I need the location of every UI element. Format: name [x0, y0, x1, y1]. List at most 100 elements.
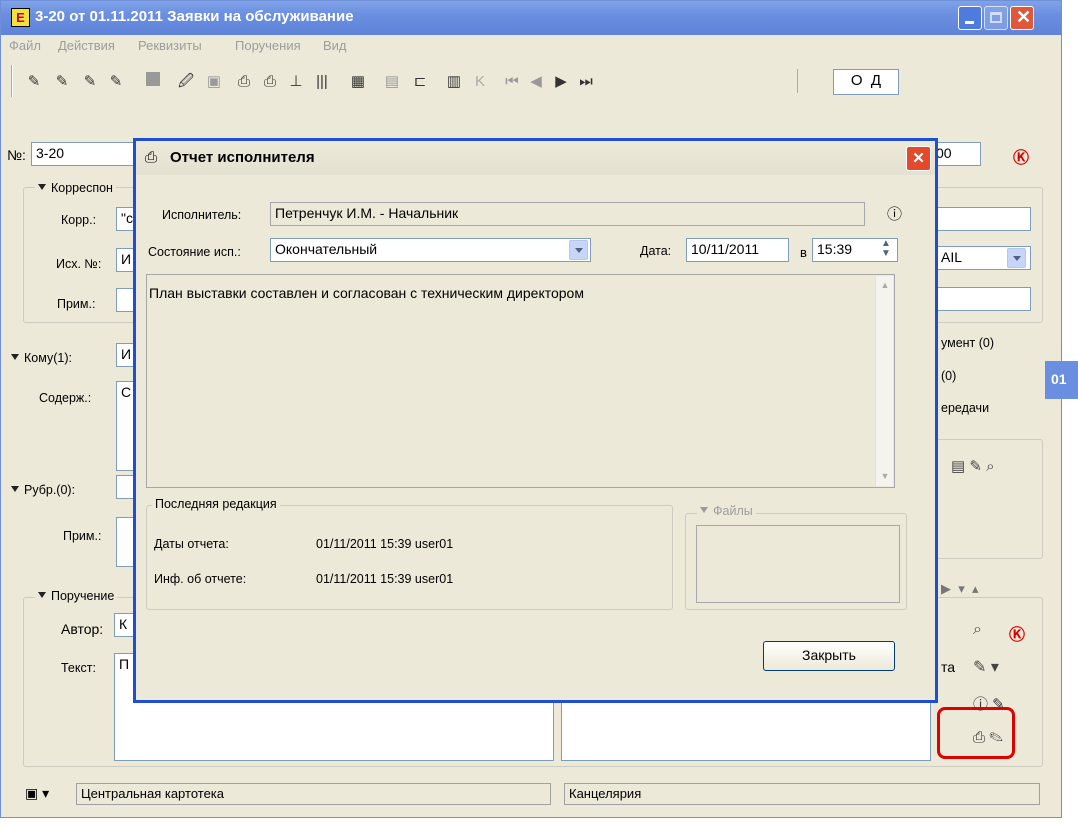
files-icon[interactable]: ▥	[443, 71, 465, 93]
close-dialog-button[interactable]: Закрыть	[763, 641, 895, 671]
isx-label: Исх. №:	[56, 257, 102, 271]
time-spinner-icon[interactable]: ▲ ▼	[877, 239, 895, 261]
new-doc2-icon[interactable]: ✎	[51, 71, 73, 93]
stamp-icon[interactable]: ⊥	[285, 71, 307, 93]
state-select[interactable]: Окончательный	[270, 238, 591, 262]
toolbar: ✎ ✎ ✎ ✎ 🖉 ▣ ⎙ ⎙ ⊥ ||| ▦ ▤ ⊏ ▥ K ⏮ ◀ ▶ ⏭ …	[7, 59, 1057, 103]
assignment-group-title[interactable]: Поручение	[35, 589, 118, 603]
minimize-button[interactable]	[958, 6, 982, 30]
scroll-up-icon[interactable]: ▲	[877, 277, 893, 294]
files-list	[696, 525, 900, 603]
tekst-label: Текст:	[61, 661, 96, 675]
barcode-icon[interactable]: |||	[311, 71, 333, 93]
prev-icon: ◀	[530, 73, 542, 90]
maximize-button	[984, 6, 1008, 30]
time-prefix: в	[800, 245, 807, 260]
korr-label: Корр.:	[61, 213, 97, 227]
new-doc3-icon[interactable]: ✎	[79, 71, 101, 93]
comment-icon[interactable]: ⌕	[973, 621, 982, 639]
print-preview-icon[interactable]: ⎙	[259, 71, 281, 93]
scrollbar[interactable]: ▲ ▼	[875, 276, 893, 486]
new-report-icon[interactable]: ✎ ▾	[973, 657, 999, 677]
report-text: План выставки составлен и согласован с т…	[149, 285, 584, 301]
collapse-icon	[38, 184, 46, 190]
report-dates-label: Даты отчета:	[154, 537, 229, 551]
last-edit-title: Последняя редакция	[152, 497, 280, 511]
time-field[interactable]: 15:39 ▲ ▼	[812, 238, 898, 262]
korr-right-field[interactable]	[936, 207, 1031, 231]
close-icon: ✕	[1016, 7, 1032, 27]
chevron-down-icon[interactable]	[569, 240, 588, 260]
menu-requisites[interactable]: Реквизиты	[138, 38, 202, 53]
collapse-icon	[11, 486, 19, 492]
date-field[interactable]: 10/11/2011	[686, 238, 789, 262]
doc-count-label[interactable]: умент (0)	[941, 336, 994, 350]
cabinet-field: Центральная картотека	[76, 783, 551, 805]
menu-bar: Файл Действия Реквизиты Поручения Вид	[1, 35, 1061, 57]
k-icon: K	[474, 73, 485, 90]
print-icon[interactable]: ⎙	[233, 71, 255, 93]
report-dates-value: 01/11/2011 15:39 user01	[316, 537, 454, 551]
report-dialog: ⎙ Отчет исполнителя ✕ Исполнитель: Петре…	[133, 138, 938, 703]
report-text-area[interactable]: План выставки составлен и согласован с т…	[146, 274, 895, 488]
menu-file[interactable]: Файл	[9, 38, 41, 53]
prim-right-field[interactable]	[936, 287, 1031, 311]
dialog-title-bar[interactable]: ⎙ Отчет исполнителя ✕	[136, 141, 935, 175]
number-label: №:	[7, 147, 26, 163]
clipboard-icon[interactable]: ▤ ✎ ⌕	[951, 457, 994, 475]
report-info-value: 01/11/2011 15:39 user01	[316, 572, 454, 586]
menu-view[interactable]: Вид	[323, 38, 347, 53]
view-o[interactable]: О	[851, 72, 863, 89]
control-k-icon[interactable]: Ⓚ	[1013, 144, 1029, 168]
view-toggle[interactable]: О Д	[833, 69, 899, 95]
prim2-label: Прим.:	[63, 529, 102, 543]
control-k2-icon[interactable]: Ⓚ	[1009, 621, 1025, 645]
new-doc-icon[interactable]: ✎	[23, 71, 45, 93]
rubr-label[interactable]: Рубр.(0):	[11, 483, 75, 497]
zero-count-label[interactable]: (0)	[941, 369, 956, 383]
edit-icon[interactable]: 🖉	[175, 71, 197, 93]
disabled-icon: ▤	[384, 73, 400, 90]
next-icon[interactable]: ▶	[550, 71, 572, 93]
card-icon[interactable]: ▦	[347, 71, 369, 93]
window-title: 3-20 от 01.11.2011 Заявки на обслуживани…	[35, 8, 354, 25]
delivery-select[interactable]: AIL	[936, 246, 1031, 270]
maximize-icon	[990, 12, 1002, 23]
prim-label: Прим.:	[57, 297, 96, 311]
collapse-icon	[11, 354, 19, 360]
number-tail-field[interactable]: 00	[931, 142, 981, 166]
app-icon: Е	[11, 8, 30, 27]
close-icon: ✕	[912, 150, 925, 167]
collapse-icon	[700, 507, 708, 513]
last-icon[interactable]: ⏭	[575, 71, 597, 93]
minimize-icon	[965, 21, 974, 24]
title-bar[interactable]: Е 3-20 от 01.11.2011 Заявки на обслужива…	[1, 1, 1061, 35]
dialog-close-button[interactable]: ✕	[906, 146, 931, 171]
report-view-icon[interactable]: ⎙ ✎	[973, 729, 1003, 746]
menu-assignments[interactable]: Поручения	[235, 38, 301, 53]
new-doc4-icon[interactable]: ✎	[105, 71, 127, 93]
cabinet-icon[interactable]: ▣ ▾	[25, 785, 49, 802]
nav-arrows-icon[interactable]: ▶ ▾ ▴	[941, 581, 979, 597]
info-icon[interactable]: ⓘ	[887, 203, 902, 224]
field-icon[interactable]: ⊏	[409, 71, 431, 93]
close-button[interactable]: ✕	[1010, 6, 1034, 30]
komu-label[interactable]: Кому(1):	[11, 351, 72, 365]
first-icon: ⏮	[505, 73, 519, 90]
files-group-title: Файлы	[697, 504, 756, 518]
executor-label: Исполнитель:	[162, 208, 242, 222]
last-edit-group	[146, 505, 673, 610]
sta-label: та	[941, 659, 956, 675]
correspondent-group-title[interactable]: Корреспон	[35, 181, 116, 195]
dialog-title: Отчет исполнителя	[170, 149, 315, 166]
side-panel-tab[interactable]: 01	[1045, 361, 1078, 399]
stop-icon	[142, 71, 164, 93]
menu-actions[interactable]: Действия	[58, 38, 115, 53]
scroll-down-icon[interactable]: ▼	[877, 468, 893, 485]
state-value: Окончательный	[275, 241, 378, 257]
report-icon: ⎙	[145, 149, 158, 166]
view-d[interactable]: Д	[871, 72, 881, 89]
chevron-down-icon[interactable]	[1007, 248, 1026, 268]
transfer-label[interactable]: ередачи	[941, 401, 989, 415]
collapse-icon	[38, 592, 46, 598]
